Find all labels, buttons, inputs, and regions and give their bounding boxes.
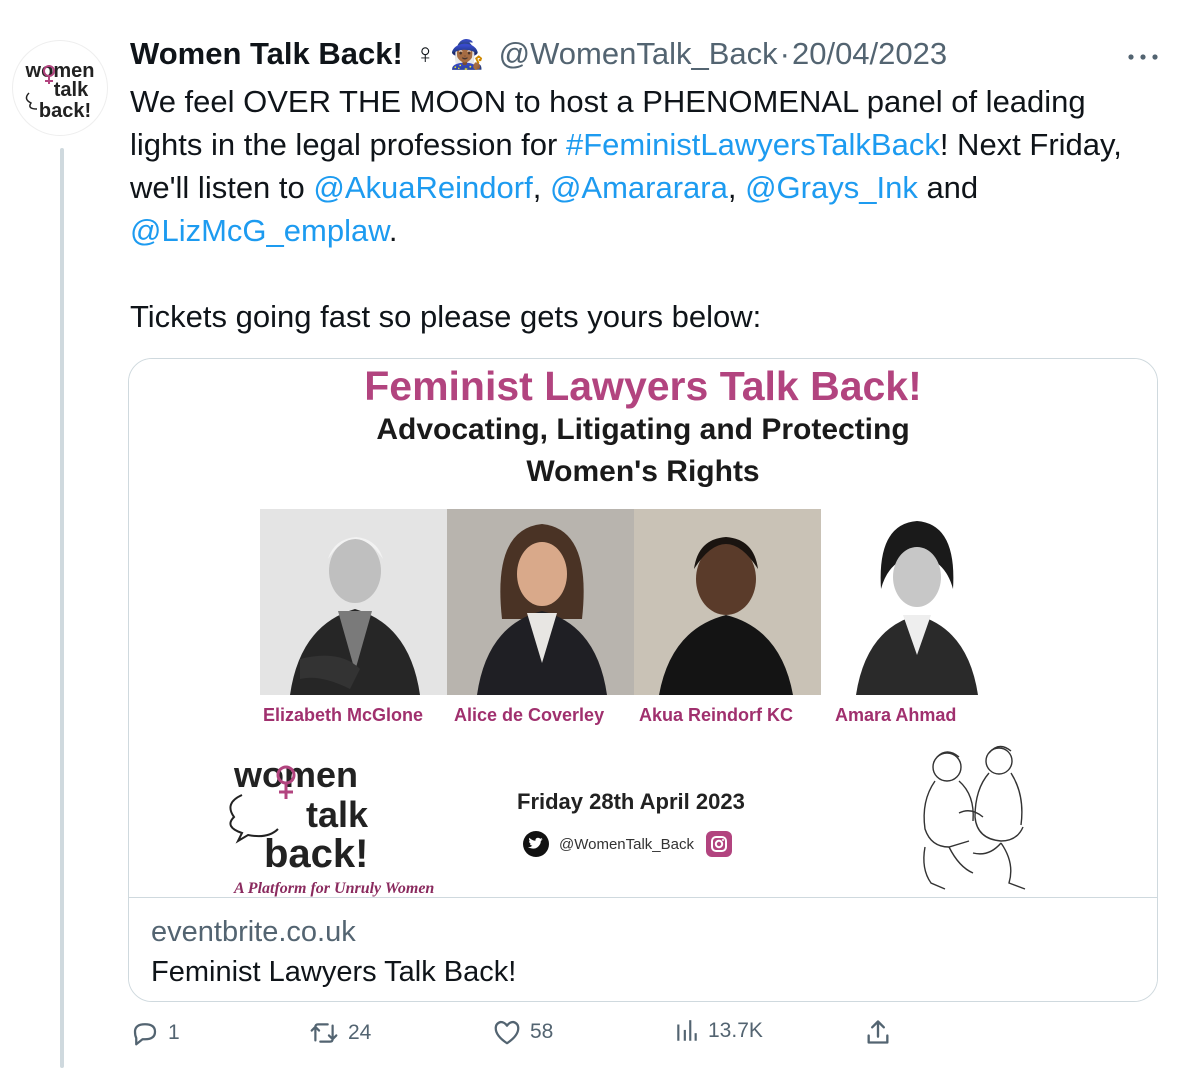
female-symbol-badge: ♀ [414,38,436,69]
twitter-bird-icon [523,831,549,857]
avatar-logo: women talk back! [25,60,95,122]
speaker-name-2: Alice de Coverley [454,705,605,725]
speaker-photo-1 [260,509,447,695]
reply-button[interactable]: 1 [130,1018,180,1048]
views-count: 13.7K [708,1019,763,1042]
tweet-text-segment: , [532,170,550,205]
more-icon[interactable] [1126,44,1160,64]
witch-emoji-badge: 🧙🏾‍♀️ [449,38,485,70]
card-title[interactable]: Feminist Lawyers Talk Back! [151,956,516,989]
line-drawing-illustration [889,743,1069,897]
instagram-icon [706,831,732,857]
poster-social-handle: @WomenTalk_Back [559,835,694,853]
share-icon [867,1020,889,1044]
poster-social-row: @WomenTalk_Back [523,831,732,857]
speaker-name-1: Elizabeth McGlone [263,705,424,725]
speaker-name-3: Akua Reindorf KC [639,705,794,725]
avatar-logo-line3: back! [39,100,91,122]
poster-title: Feminist Lawyers Talk Back! [364,363,922,409]
poster-subtitle-1: Advocating, Litigating and Protecting [376,413,910,446]
mention-lizmcg-emplaw[interactable]: @LizMcG_emplaw [130,213,389,248]
thread-line [60,148,64,1068]
tweet-text: We feel OVER THE MOON to host a PHENOMEN… [130,80,1140,338]
tweet-header: Women Talk Back! ♀ 🧙🏾‍♀️ @WomenTalk_Back… [130,34,947,74]
like-icon [494,1020,520,1045]
retweet-icon [310,1023,338,1043]
avatar-logo-line2: talk [54,79,89,101]
views-button[interactable]: 13.7K [674,1018,763,1044]
user-handle[interactable]: @WomenTalk_Back [499,36,778,72]
card-footer: eventbrite.co.uk Feminist Lawyers Talk B… [129,897,1157,1001]
card-domain[interactable]: eventbrite.co.uk [151,916,356,949]
speaker-photo-4 [821,509,1008,695]
tweet-text-segment: , [727,170,746,205]
tweet-actions: 1 24 58 13.7K [128,1018,1158,1062]
speaker-photo-3 [634,509,821,695]
logo-tagline: A Platform for Unruly Women [233,880,434,897]
tweet-paragraph-2: Tickets going fast so please gets yours … [130,299,762,334]
avatar[interactable]: women talk back! [12,40,108,136]
reply-icon [133,1023,157,1046]
women-talk-back-logo: women talk back! A Platform for Unruly W… [224,754,524,897]
like-count: 58 [530,1020,554,1043]
like-button[interactable]: 58 [492,1018,553,1046]
tweet-text-segment: and [917,170,979,205]
poster-subtitle-2: Women's Rights [526,455,760,488]
hashtag-link[interactable]: #FeministLawyersTalkBack [566,127,940,162]
speaker-name-4: Amara Ahmad [835,705,957,725]
mention-amararara[interactable]: @Amararara [550,170,728,205]
mention-akuareindorf[interactable]: @AkuaReindorf [313,170,532,205]
tweet-text-segment: . [388,213,398,248]
retweet-button[interactable]: 24 [308,1018,371,1048]
link-card[interactable]: Feminist Lawyers Talk Back! Advocating, … [128,358,1158,1002]
share-button[interactable] [864,1018,892,1046]
logo-line1: women [233,755,358,795]
retweet-count: 24 [348,1021,372,1044]
card-image: Feminist Lawyers Talk Back! Advocating, … [129,359,1157,897]
tweet-date[interactable]: 20/04/2023 [792,36,947,72]
mention-grays-ink[interactable]: @Grays_Ink [745,170,918,205]
tweet-paragraph-1: We feel OVER THE MOON to host a PHENOMEN… [130,80,1140,252]
header-separator: · [779,36,790,71]
views-icon [677,1020,697,1041]
logo-line2: talk [306,794,369,835]
speaker-photo-2 [447,509,634,695]
reply-count: 1 [168,1021,180,1044]
logo-line3: back! [264,832,369,876]
display-name[interactable]: Women Talk Back! [130,36,403,72]
event-date: Friday 28th April 2023 [517,789,745,814]
